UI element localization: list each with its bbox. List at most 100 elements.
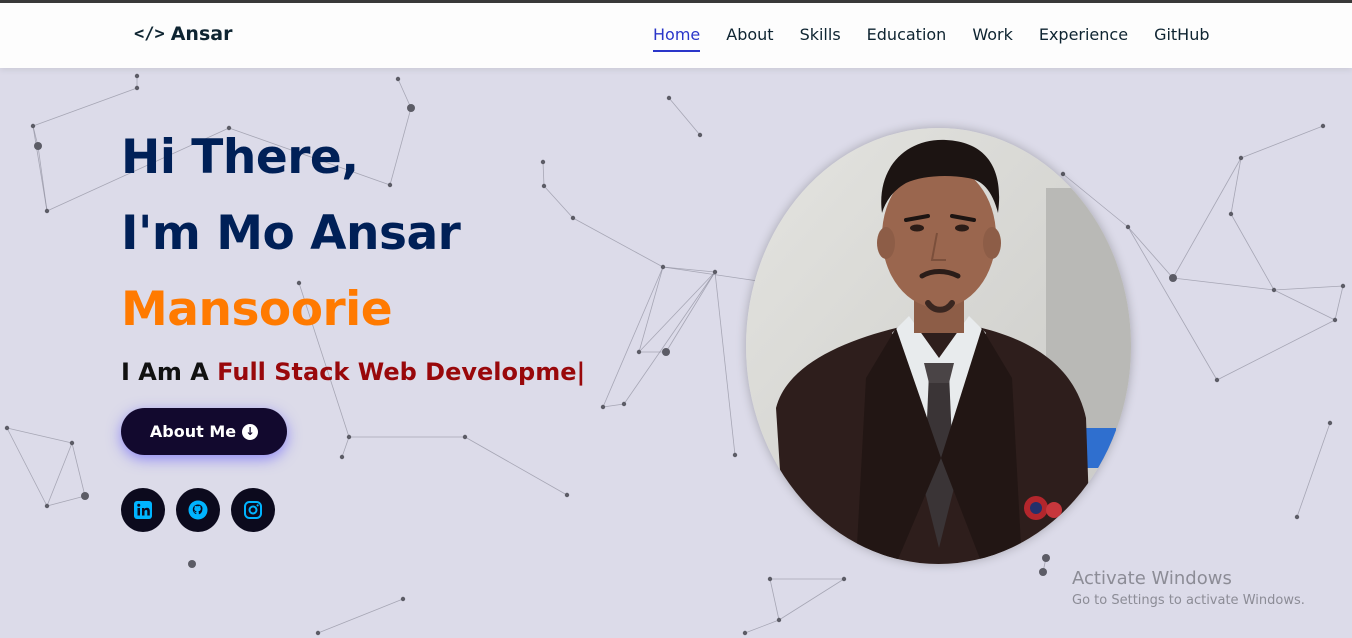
particle-dot: [81, 492, 89, 500]
particle-link: [1273, 285, 1344, 291]
particle-dot: [315, 630, 321, 636]
particle-link: [32, 125, 48, 212]
particle-link: [6, 427, 48, 507]
particle-link: [778, 578, 845, 621]
particle-dot: [69, 440, 75, 446]
particle-dot: [400, 596, 406, 602]
particle-dot: [697, 132, 703, 138]
particle-link: [623, 271, 716, 405]
particle-dot: [34, 142, 42, 150]
particle-link: [1230, 213, 1275, 291]
hero-surname: Mansoorie: [121, 282, 393, 337]
linkedin-icon: [134, 501, 152, 519]
particle-link: [1296, 422, 1331, 518]
particle-dot: [600, 404, 606, 410]
particle-link: [1127, 226, 1218, 381]
site-header: </> Ansar Home About Skills Education Wo…: [0, 3, 1352, 68]
particle-dot: [407, 104, 415, 112]
social-links: [121, 488, 275, 532]
particle-dot: [662, 348, 670, 356]
nav-experience[interactable]: Experience: [1039, 25, 1128, 52]
particle-dot: [621, 401, 627, 407]
particle-link: [71, 442, 86, 497]
arrow-down-circle-icon: ↓: [242, 423, 259, 440]
particle-dot: [188, 560, 196, 568]
particle-link: [397, 78, 412, 109]
particle-dot: [134, 85, 140, 91]
main-nav: Home About Skills Education Work Experie…: [653, 25, 1236, 52]
particle-dot: [134, 73, 140, 79]
nav-about[interactable]: About: [726, 25, 773, 52]
particle-link: [1127, 226, 1174, 279]
particle-dot: [636, 349, 642, 355]
particle-dot: [44, 503, 50, 509]
profile-photo-image: [746, 128, 1131, 564]
about-me-button[interactable]: About Me ↓: [121, 408, 287, 455]
particle-dot: [1327, 420, 1333, 426]
github-button[interactable]: [176, 488, 220, 532]
particle-link: [1334, 285, 1344, 321]
particle-link: [769, 578, 780, 621]
particle-link: [602, 266, 664, 408]
particle-link: [668, 97, 701, 136]
nav-home[interactable]: Home: [653, 25, 701, 52]
particle-dot: [564, 492, 570, 498]
nav-work[interactable]: Work: [972, 25, 1013, 52]
particle-dot: [44, 208, 50, 214]
about-me-label: About Me: [149, 422, 237, 441]
watermark-subtitle: Go to Settings to activate Windows.: [1072, 593, 1305, 608]
particle-dot: [1228, 211, 1234, 217]
particle-dot: [1169, 274, 1177, 282]
particle-dot: [1332, 317, 1338, 323]
particle-link: [714, 271, 736, 456]
linkedin-button[interactable]: [121, 488, 165, 532]
particle-dot: [1039, 568, 1047, 576]
particle-link: [744, 619, 780, 634]
particle-link: [665, 271, 716, 353]
particle-dot: [767, 576, 773, 582]
particle-dot: [1238, 155, 1244, 161]
activate-windows-watermark: Activate Windows Go to Settings to activ…: [1072, 568, 1305, 608]
nav-github[interactable]: GitHub: [1154, 25, 1209, 52]
typed-role: Full Stack Web Developme|: [217, 358, 586, 386]
typed-tagline: I Am A Full Stack Web Developme|: [121, 358, 585, 386]
particle-link: [6, 427, 73, 444]
particle-dot: [776, 617, 782, 623]
particle-dot: [666, 95, 672, 101]
particle-dot: [339, 454, 345, 460]
code-icon: </>: [134, 24, 165, 44]
nav-skills[interactable]: Skills: [800, 25, 841, 52]
particle-link: [464, 436, 568, 496]
particle-dot: [660, 264, 666, 270]
particle-dot: [395, 76, 401, 82]
particle-link: [572, 217, 664, 268]
nav-education[interactable]: Education: [867, 25, 947, 52]
hero-greeting: Hi There,: [121, 130, 359, 185]
particle-dot: [4, 425, 10, 431]
particle-link: [1273, 289, 1336, 321]
particle-dot: [712, 269, 718, 275]
profile-photo: [746, 128, 1131, 564]
particle-dot: [1042, 554, 1050, 562]
particle-dot: [462, 434, 468, 440]
particle-link: [602, 403, 625, 408]
particle-dot: [346, 434, 352, 440]
particle-link: [46, 495, 86, 507]
brand-logo[interactable]: </> Ansar: [134, 23, 232, 45]
particle-link: [341, 436, 350, 458]
hero-name: I'm Mo Ansar: [121, 206, 461, 261]
github-icon: [188, 500, 208, 520]
particle-dot: [742, 630, 748, 636]
particle-dot: [1214, 377, 1220, 383]
particle-link: [1240, 125, 1324, 159]
typed-prefix: I Am A: [121, 358, 209, 386]
particle-dot: [1060, 171, 1066, 177]
particle-dot: [1294, 514, 1300, 520]
particle-link: [1172, 157, 1242, 279]
particle-dot: [1320, 123, 1326, 129]
particle-link: [317, 598, 404, 634]
hero-text: Hi There, I'm Mo Ansar Mansoorie I Am A …: [121, 120, 585, 386]
particle-dot: [1125, 224, 1131, 230]
brand-name: Ansar: [170, 23, 233, 45]
instagram-button[interactable]: [231, 488, 275, 532]
